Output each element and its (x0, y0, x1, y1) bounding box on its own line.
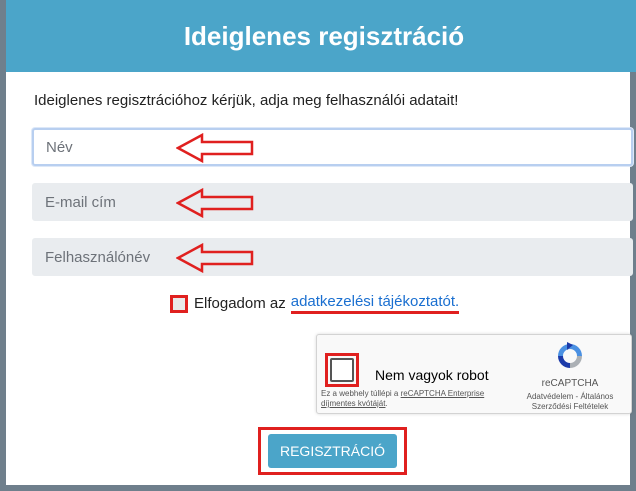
arrow-annotation-icon (176, 243, 254, 273)
recaptcha-brand: reCAPTCHA (541, 378, 599, 389)
name-placeholder: Név (46, 138, 73, 156)
recaptcha-privacy-link[interactable]: Adatvédelem - Általános (515, 392, 625, 402)
intro-text: Ideiglenes regisztrációhoz kérjük, adja … (34, 92, 459, 109)
recaptcha-icon (558, 342, 582, 368)
privacy-policy-link[interactable]: adatkezelési tájékoztatót. (290, 293, 460, 314)
recaptcha-terms-link[interactable]: Szerződési Feltételek (515, 402, 625, 412)
recaptcha-fine-print: Ez a webhely túllépi a reCAPTCHA Enterpr… (321, 389, 491, 409)
submit-highlight: REGISZTRÁCIÓ (258, 427, 407, 475)
username-placeholder: Felhasználónév (45, 248, 151, 266)
username-input[interactable]: Felhasználónév (32, 238, 633, 276)
arrow-annotation-icon (176, 133, 254, 163)
arrow-annotation-icon (176, 188, 254, 218)
recaptcha-checkbox[interactable] (325, 353, 359, 387)
recaptcha-links: Adatvédelem - Általános Szerződési Felté… (515, 392, 625, 412)
email-placeholder: E-mail cím (45, 193, 116, 211)
recaptcha-widget: Nem vagyok robot Ez a webhely túllépi a … (316, 334, 632, 414)
registration-panel: Ideiglenes regisztráció Ideiglenes regis… (0, 0, 636, 491)
recaptcha-fine-prefix: Ez a webhely túllépi a (321, 389, 401, 398)
recaptcha-fine-suffix: . (385, 399, 388, 408)
email-input[interactable]: E-mail cím (32, 183, 633, 221)
recaptcha-checkbox-box[interactable] (330, 358, 354, 382)
consent-text: Elfogadom az (194, 295, 286, 312)
register-button[interactable]: REGISZTRÁCIÓ (268, 434, 397, 468)
page-title: Ideiglenes regisztráció (6, 0, 636, 72)
consent-checkbox[interactable] (170, 294, 188, 313)
recaptcha-label: Nem vagyok robot (375, 367, 489, 383)
consent-row: Elfogadom az adatkezelési tájékoztatót. (170, 293, 460, 314)
page-title-text: Ideiglenes regisztráció (183, 20, 465, 51)
name-input[interactable]: Név (32, 128, 633, 166)
recaptcha-logo: reCAPTCHA Adatvédelem - Általános Szerző… (515, 341, 625, 412)
